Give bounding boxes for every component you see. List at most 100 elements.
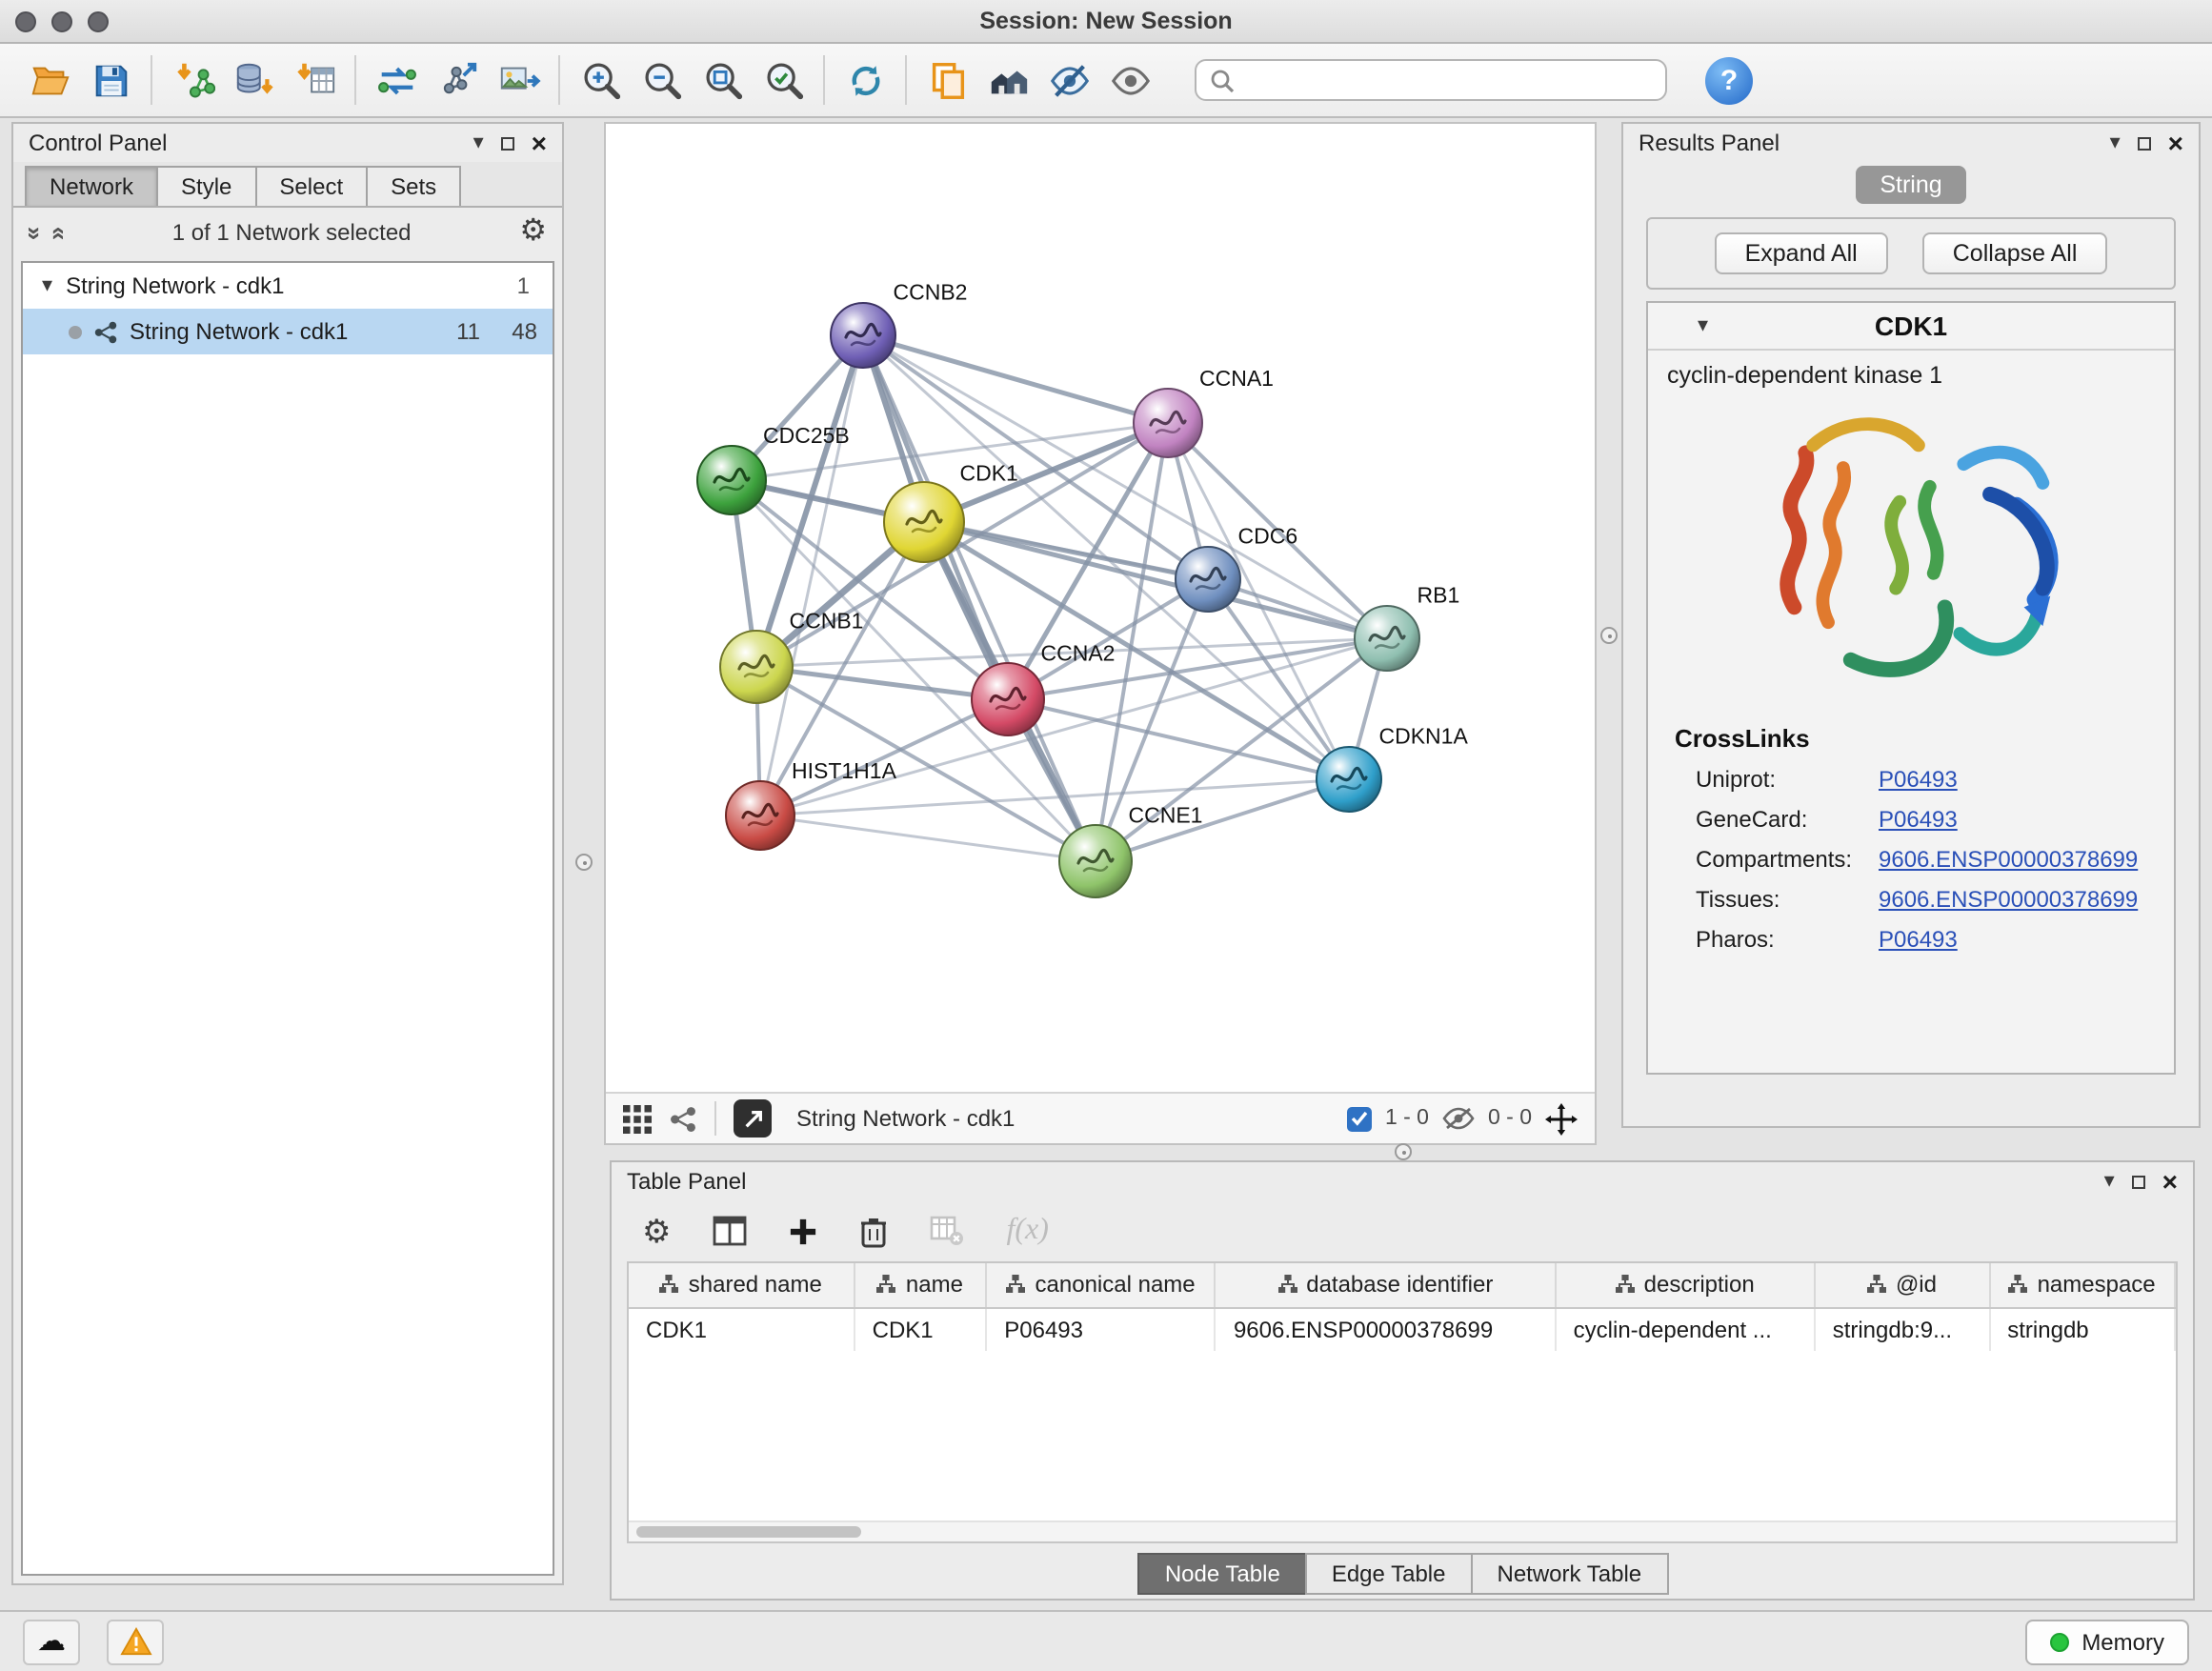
show-all-button[interactable] — [1099, 50, 1160, 111]
table-cell[interactable]: cyclin-dependent ... — [1556, 1307, 1815, 1351]
panel-menu-icon[interactable]: ▾ — [473, 132, 484, 153]
section-collapse-icon[interactable]: ▾ — [1698, 315, 1708, 336]
float-panel-icon[interactable] — [2138, 136, 2151, 150]
network-edge[interactable] — [863, 335, 1096, 861]
table-cell[interactable]: CDK1 — [629, 1307, 855, 1351]
network-edge[interactable] — [760, 815, 1096, 861]
crosslink-value-link[interactable]: P06493 — [1879, 805, 1958, 832]
close-panel-icon[interactable]: × — [2162, 1168, 2178, 1195]
tab-sets[interactable]: Sets — [366, 166, 461, 206]
collection-expand-icon[interactable]: ▾ — [42, 275, 52, 296]
move-crosshair-icon[interactable] — [1545, 1102, 1578, 1135]
network-node-HIST1H1A[interactable] — [726, 781, 794, 850]
network-view[interactable]: CCNB2CCNA1CDC25BCDK1CDC6RB1CCNB1CCNA2CDK… — [604, 122, 1597, 1145]
search-input[interactable] — [1244, 65, 1652, 95]
crosslink-value-link[interactable]: P06493 — [1879, 765, 1958, 792]
network-node-CDKN1A[interactable] — [1317, 747, 1381, 812]
import-table-file-button[interactable] — [284, 50, 345, 111]
gene-section-header[interactable]: ▾ CDK1 — [1648, 303, 2174, 351]
table-cell[interactable]: stringdb:9... — [1815, 1307, 1990, 1351]
close-panel-icon[interactable]: × — [2168, 130, 2183, 156]
column-header-name[interactable]: name — [855, 1263, 987, 1307]
selected-checkbox-icon[interactable] — [1347, 1106, 1372, 1131]
network-node-CCNB2[interactable] — [831, 303, 895, 368]
hide-selected-button[interactable] — [1038, 50, 1099, 111]
collapse-all-button[interactable]: Collapse All — [1922, 232, 2108, 274]
zoom-in-button[interactable] — [570, 50, 631, 111]
network-node-CCNE1[interactable] — [1059, 825, 1132, 897]
zoom-out-button[interactable] — [631, 50, 692, 111]
apply-layout-button[interactable] — [835, 50, 895, 111]
table-settings-gear-icon[interactable]: ⚙ — [642, 1215, 672, 1247]
memory-button[interactable]: Memory — [2024, 1619, 2189, 1664]
network-share-icon[interactable] — [669, 1104, 697, 1133]
network-edge[interactable] — [863, 335, 1168, 423]
birdseye-grid-icon[interactable] — [623, 1104, 652, 1133]
tab-select[interactable]: Select — [254, 166, 368, 206]
tab-node-table[interactable]: Node Table — [1138, 1553, 1307, 1595]
horizontal-scrollbar[interactable] — [629, 1520, 2176, 1541]
duplicate-network-button[interactable] — [916, 50, 977, 111]
cloud-button[interactable]: ☁ — [23, 1619, 80, 1664]
column-header-canonical-name[interactable]: canonical name — [986, 1263, 1216, 1307]
expand-all-button[interactable]: Expand All — [1715, 232, 1888, 274]
network-node-RB1[interactable] — [1355, 606, 1419, 671]
table-cell[interactable]: 9606.ENSP00000378699 — [1216, 1307, 1556, 1351]
first-neighbors-button[interactable] — [977, 50, 1038, 111]
new-network-button[interactable] — [366, 50, 427, 111]
tab-string[interactable]: String — [1855, 166, 1966, 204]
table-cell[interactable]: P06493 — [986, 1307, 1216, 1351]
table-cell[interactable]: CDK1 — [855, 1307, 987, 1351]
open-in-new-button[interactable] — [734, 1099, 772, 1137]
crosslink-value-link[interactable]: 9606.ENSP00000378699 — [1879, 845, 2138, 872]
panel-menu-icon[interactable]: ▾ — [2110, 132, 2121, 153]
delete-column-icon[interactable] — [860, 1215, 889, 1247]
float-panel-icon[interactable] — [501, 136, 514, 150]
network-edge[interactable] — [1008, 699, 1349, 779]
scrollbar-thumb[interactable] — [636, 1526, 861, 1538]
hidden-eye-icon[interactable] — [1442, 1107, 1475, 1130]
network-edge[interactable] — [924, 522, 1387, 638]
tab-network[interactable]: Network — [25, 166, 158, 206]
export-image-button[interactable] — [488, 50, 549, 111]
expand-all-icon[interactable]: » — [45, 226, 70, 239]
save-session-button[interactable] — [80, 50, 141, 111]
add-column-icon[interactable] — [790, 1217, 818, 1245]
network-graph[interactable]: CCNB2CCNA1CDC25BCDK1CDC6RB1CCNB1CCNA2CDK… — [606, 124, 1595, 1092]
show-columns-icon[interactable] — [714, 1216, 748, 1246]
float-panel-icon[interactable] — [2132, 1175, 2145, 1188]
table-row[interactable]: CDK1CDK1P064939606.ENSP00000378699cyclin… — [629, 1307, 2175, 1351]
tab-style[interactable]: Style — [156, 166, 256, 206]
gear-icon[interactable]: ⚙ — [519, 217, 547, 248]
zoom-fit-button[interactable] — [692, 50, 753, 111]
column-header-description[interactable]: description — [1556, 1263, 1815, 1307]
column-header--id[interactable]: @id — [1815, 1263, 1990, 1307]
network-node-CCNA2[interactable] — [972, 663, 1044, 735]
network-node-CCNA1[interactable] — [1134, 389, 1202, 457]
column-header-database-identifier[interactable]: database identifier — [1216, 1263, 1556, 1307]
help-button[interactable]: ? — [1705, 56, 1753, 104]
open-session-button[interactable] — [19, 50, 80, 111]
column-header-shared-name[interactable]: shared name — [629, 1263, 855, 1307]
splitter-handle-bottom[interactable] — [1395, 1143, 1412, 1160]
table-cell[interactable]: stringdb — [1989, 1307, 2175, 1351]
tab-network-table[interactable]: Network Table — [1471, 1553, 1669, 1595]
import-network-database-button[interactable] — [223, 50, 284, 111]
panel-menu-icon[interactable]: ▾ — [2104, 1171, 2115, 1192]
crosslink-value-link[interactable]: 9606.ENSP00000378699 — [1879, 885, 2138, 912]
network-row-selected[interactable]: String Network - cdk1 11 48 — [23, 309, 553, 354]
network-node-CDK1[interactable] — [884, 482, 964, 562]
network-node-CDC6[interactable] — [1176, 547, 1240, 612]
import-network-file-button[interactable] — [162, 50, 223, 111]
network-edge[interactable] — [760, 335, 863, 815]
column-header-namespace[interactable]: namespace — [1989, 1263, 2175, 1307]
splitter-handle-right[interactable] — [1600, 627, 1618, 644]
close-panel-icon[interactable]: × — [532, 130, 547, 156]
tab-edge-table[interactable]: Edge Table — [1305, 1553, 1473, 1595]
warnings-button[interactable] — [107, 1619, 164, 1664]
zoom-selected-button[interactable] — [753, 50, 814, 111]
export-network-button[interactable] — [427, 50, 488, 111]
network-node-CDC25B[interactable] — [697, 446, 766, 514]
network-collection-row[interactable]: ▾ String Network - cdk1 1 — [23, 263, 553, 309]
crosslink-value-link[interactable]: P06493 — [1879, 925, 1958, 952]
